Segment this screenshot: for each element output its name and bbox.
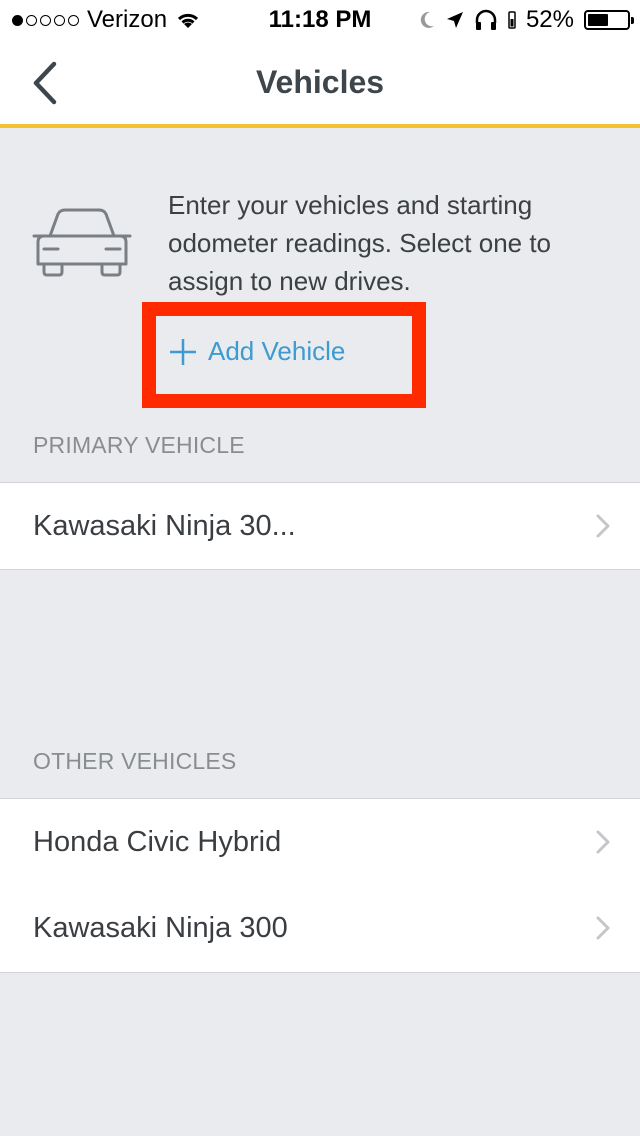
other-vehicles-header: OTHER VEHICLES: [33, 748, 237, 774]
list-item-label: Kawasaki Ninja 300: [33, 912, 288, 944]
status-right: 52%: [418, 6, 634, 34]
list-item-primary-vehicle[interactable]: Kawasaki Ninja 30...: [0, 482, 640, 570]
list-item-label: Kawasaki Ninja 30...: [33, 509, 296, 542]
highlight-annotation: [142, 302, 426, 408]
nav-bar: Vehicles: [0, 40, 640, 128]
chevron-right-icon: [596, 830, 610, 854]
intro-text: Enter your vehicles and starting odomete…: [168, 190, 552, 296]
moon-icon: [420, 11, 434, 28]
headphones-icon: [475, 9, 497, 30]
battery-icon: [584, 10, 634, 30]
primary-vehicle-header: PRIMARY VEHICLE: [33, 432, 245, 458]
status-bar: Verizon 11:18 PM 52%: [0, 0, 640, 40]
location-arrow-icon: [446, 12, 463, 28]
list-item-other-vehicle[interactable]: Honda Civic Hybrid: [0, 798, 640, 886]
page-title: Vehicles: [255, 64, 385, 100]
car-icon: [32, 208, 132, 277]
chevron-right-icon: [596, 514, 610, 538]
intro-section: Enter your vehicles and starting odomete…: [0, 132, 640, 422]
list-item-other-vehicle[interactable]: Kawasaki Ninja 300: [0, 885, 640, 973]
chevron-right-icon: [596, 916, 610, 940]
battery-status-icon: [508, 11, 516, 29]
list-item-label: Honda Civic Hybrid: [33, 825, 282, 858]
battery-fill: [588, 14, 608, 26]
battery-percent: 52%: [525, 6, 574, 33]
